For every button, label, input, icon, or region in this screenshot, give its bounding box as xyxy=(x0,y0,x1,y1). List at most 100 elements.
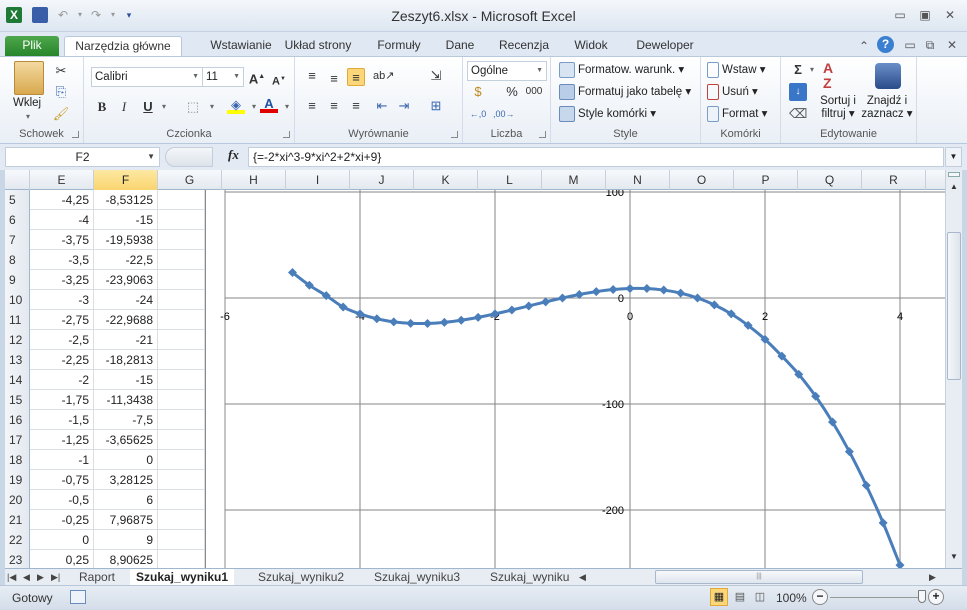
decrease-decimal-icon[interactable]: ,00→ xyxy=(493,105,515,123)
cell-g[interactable] xyxy=(158,490,205,510)
cell-g[interactable] xyxy=(158,430,205,450)
borders-icon[interactable]: ⬚ xyxy=(184,98,202,116)
cell-e[interactable]: -0,5 xyxy=(30,490,94,510)
cell-styles-button[interactable]: Style komórki ▾ xyxy=(559,106,656,122)
paste-dropdown-icon[interactable]: ▾ xyxy=(26,109,30,125)
cell-g[interactable] xyxy=(158,350,205,370)
cell-e[interactable]: -1 xyxy=(30,450,94,470)
cell-f[interactable]: -24 xyxy=(94,290,158,310)
row-header[interactable]: 15 xyxy=(5,390,30,410)
cell-g[interactable] xyxy=(158,210,205,230)
font-launcher-icon[interactable] xyxy=(283,131,290,138)
formula-bar-splitter[interactable] xyxy=(165,147,213,167)
hscroll-left-icon[interactable]: ◀ xyxy=(577,569,588,586)
insert-cells-button[interactable]: Wstaw ▾ xyxy=(707,62,765,78)
cell-g[interactable] xyxy=(158,450,205,470)
cell-e[interactable]: -1,25 xyxy=(30,430,94,450)
copy-icon[interactable]: ⎘ xyxy=(52,83,70,101)
delete-cells-button[interactable]: Usuń ▾ xyxy=(707,84,758,100)
cell-e[interactable]: -0,75 xyxy=(30,470,94,490)
comma-style-button[interactable]: 000 xyxy=(525,83,543,101)
cell-f[interactable]: -7,5 xyxy=(94,410,158,430)
column-header-m[interactable]: M xyxy=(542,170,606,190)
cell-f[interactable]: 3,28125 xyxy=(94,470,158,490)
cell-g[interactable] xyxy=(158,270,205,290)
doc-restore-icon[interactable]: ⧉ xyxy=(923,39,937,51)
first-sheet-icon[interactable]: |◀ xyxy=(5,569,18,586)
cell-e[interactable]: -1,75 xyxy=(30,390,94,410)
row-header[interactable]: 7 xyxy=(5,230,30,250)
column-header-f[interactable]: F xyxy=(94,170,158,190)
column-header-n[interactable]: N xyxy=(606,170,670,190)
align-bottom-icon[interactable]: ≡ xyxy=(347,68,365,86)
italic-button[interactable]: I xyxy=(115,98,133,116)
cell-f[interactable]: -18,2813 xyxy=(94,350,158,370)
zoom-slider-track[interactable] xyxy=(830,597,926,598)
cell-f[interactable]: -11,3438 xyxy=(94,390,158,410)
cell-g[interactable] xyxy=(158,330,205,350)
sheet-tab-szukaj-wyniku3[interactable]: Szukaj_wyniku3 xyxy=(368,569,466,586)
cell-g[interactable] xyxy=(158,410,205,430)
cell-e[interactable]: -3,25 xyxy=(30,270,94,290)
column-header-o[interactable]: O xyxy=(670,170,734,190)
close-icon[interactable]: ✕ xyxy=(943,9,957,21)
page-break-view-icon[interactable]: ◫ xyxy=(752,589,768,605)
split-box[interactable] xyxy=(948,172,960,177)
clipboard-launcher-icon[interactable] xyxy=(72,131,79,138)
hscroll-right-icon[interactable]: ▶ xyxy=(927,569,938,586)
orientation-icon[interactable]: ab↗ xyxy=(373,67,394,85)
fill-icon[interactable]: ↓ xyxy=(789,83,807,101)
name-box-dropdown-icon[interactable]: ▼ xyxy=(147,148,155,166)
row-header[interactable]: 14 xyxy=(5,370,30,390)
wrap-text-icon[interactable]: ⇲ xyxy=(427,67,445,85)
cell-e[interactable]: -4,25 xyxy=(30,190,94,210)
cell-e[interactable]: -4 xyxy=(30,210,94,230)
cell-e[interactable]: -2,75 xyxy=(30,310,94,330)
column-header-e[interactable]: E xyxy=(30,170,94,190)
name-box[interactable]: F2 ▼ xyxy=(5,147,160,167)
sort-filter-button[interactable]: Sortuj i filtruj ▾ xyxy=(817,95,859,121)
column-header-g[interactable]: G xyxy=(158,170,222,190)
minimize-icon[interactable]: ▭ xyxy=(893,9,907,21)
tab-developer[interactable]: Deweloper xyxy=(630,36,700,57)
cell-e[interactable]: -2,5 xyxy=(30,330,94,350)
cell-f[interactable]: -15 xyxy=(94,370,158,390)
cell-f[interactable]: -19,5938 xyxy=(94,230,158,250)
formula-input[interactable]: {=-2*xi^3-9*xi^2+2*xi+9} xyxy=(248,147,944,167)
cell-e[interactable]: -0,25 xyxy=(30,510,94,530)
macro-record-icon[interactable] xyxy=(70,590,86,604)
row-header[interactable]: 5 xyxy=(5,190,30,210)
cell-f[interactable]: -23,9063 xyxy=(94,270,158,290)
font-color-icon[interactable]: A xyxy=(260,95,278,113)
cell-g[interactable] xyxy=(158,550,205,568)
column-header-r[interactable]: R xyxy=(862,170,926,190)
cell-e[interactable]: -3,75 xyxy=(30,230,94,250)
autosum-dropdown-icon[interactable]: ▾ xyxy=(803,61,821,79)
fill-color-icon[interactable]: ◈ xyxy=(227,96,245,114)
restore-icon[interactable]: ▣ xyxy=(918,9,932,21)
row-header[interactable]: 8 xyxy=(5,250,30,270)
clear-icon[interactable]: ⌫ xyxy=(789,105,807,123)
binoculars-icon[interactable] xyxy=(875,63,901,89)
paste-icon[interactable] xyxy=(14,61,44,95)
row-header[interactable]: 9 xyxy=(5,270,30,290)
scroll-down-icon[interactable]: ▼ xyxy=(946,550,962,564)
percent-button[interactable]: % xyxy=(503,83,521,101)
cell-f[interactable]: 8,90625 xyxy=(94,550,158,568)
cell-g[interactable] xyxy=(158,510,205,530)
conditional-formatting-button[interactable]: Formatow. warunk. ▾ xyxy=(559,62,684,78)
row-header[interactable]: 19 xyxy=(5,470,30,490)
cell-g[interactable] xyxy=(158,290,205,310)
row-header[interactable]: 10 xyxy=(5,290,30,310)
tab-formulas[interactable]: Formuły xyxy=(370,36,428,57)
font-name-combo[interactable]: Calibri ▼ xyxy=(91,67,203,87)
row-header[interactable]: 22 xyxy=(5,530,30,550)
column-header-h[interactable]: H xyxy=(222,170,286,190)
row-header[interactable]: 23 xyxy=(5,550,30,568)
shrink-font-icon[interactable]: A▼ xyxy=(270,70,288,88)
sheet-tab-szukaj-wyniku4[interactable]: Szukaj_wyniku xyxy=(484,569,574,586)
row-header[interactable]: 11 xyxy=(5,310,30,330)
last-sheet-icon[interactable]: ▶| xyxy=(49,569,62,586)
cell-e[interactable]: 0 xyxy=(30,530,94,550)
select-all-corner[interactable] xyxy=(5,170,30,190)
